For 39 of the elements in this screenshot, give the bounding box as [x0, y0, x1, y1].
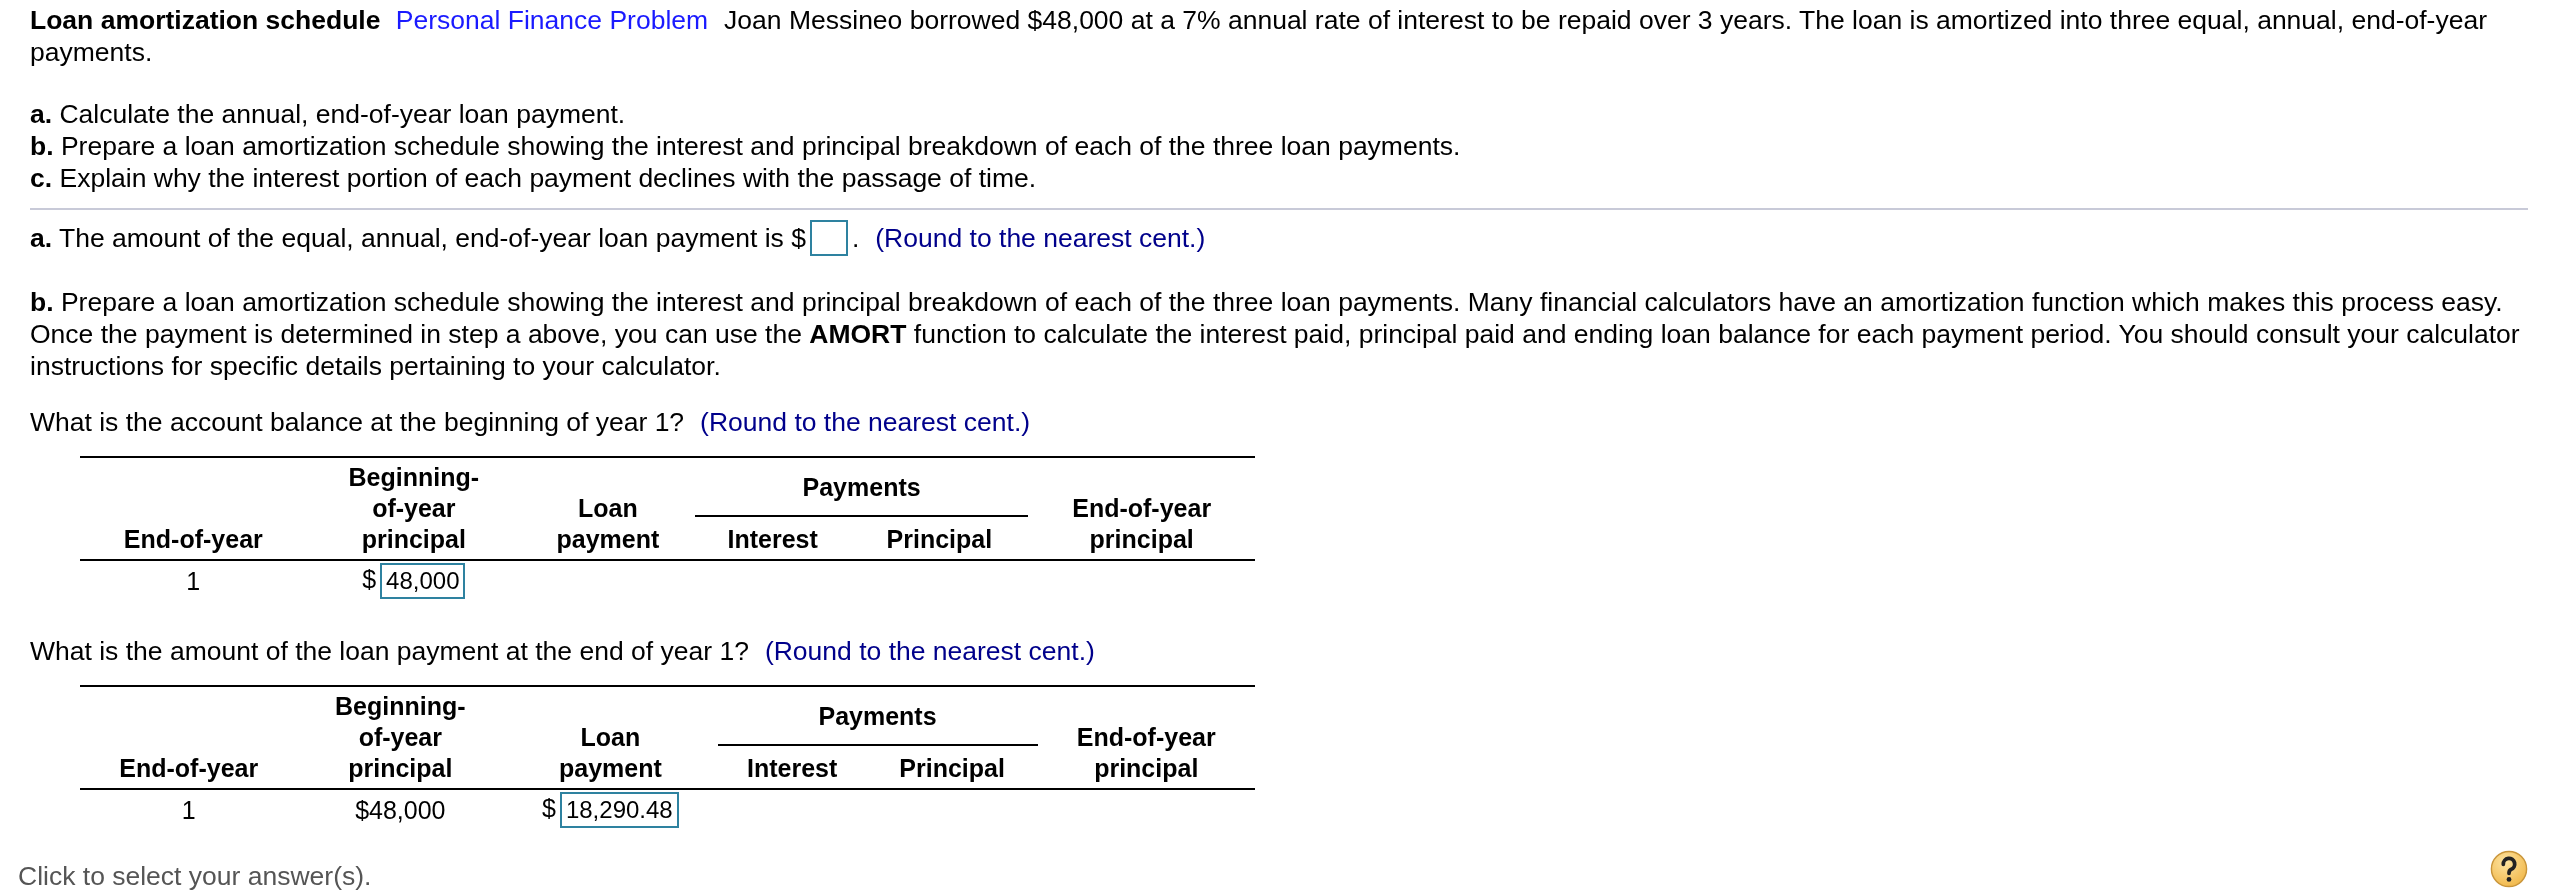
question-text: a. The amount of the equal, annual, end-of-year loan payment is $ [30, 222, 806, 254]
problem-statement: payments. [30, 37, 153, 67]
column-header: Principal [850, 515, 1029, 560]
problem-category: Personal Finance Problem [395, 5, 709, 35]
column-header: End-of-year principal [1037, 686, 1255, 789]
question-text: What is the account balance at the beginning of year 1? [30, 406, 685, 438]
help-icon[interactable] [2490, 850, 2528, 888]
column-header: End-of-year principal [1028, 457, 1255, 560]
task-text: b. Prepare a loan amortization schedule showing the interest and principal breakdown of each of the three loan payments. [30, 130, 1462, 162]
column-header: Beginning- of-year principal [306, 457, 522, 560]
column-header: Interest [694, 515, 851, 560]
column-header: End-of-year [80, 686, 298, 789]
problem-title: Loan amortization schedule [30, 5, 381, 35]
column-header: Loan payment [503, 686, 718, 789]
table-cell: $48,000 [355, 796, 446, 824]
problem-statement: Joan Messineo borrowed $48,000 at a 7% annual rate of interest to be repaid over 3 years. The loan is amortized into three equal, annual, end-of-year [724, 5, 2487, 35]
hint-text: (Round to the nearest cent.) [764, 635, 1095, 667]
currency-sign: $ [362, 564, 377, 593]
hint-text: (Round to the nearest cent.) [700, 406, 1031, 438]
period-text: . [851, 222, 860, 254]
group-header: Payments [802, 471, 921, 503]
task-text: a. Calculate the annual, end-of-year loan payment. [30, 98, 627, 130]
column-header: Beginning- of-year principal [297, 686, 504, 789]
table-cell: 1 [181, 796, 196, 824]
group-header: Payments [818, 700, 937, 732]
column-header: End-of-year [80, 457, 307, 560]
column-header: Principal [866, 744, 1038, 789]
answer-field[interactable]: 18,290.48 [559, 792, 679, 828]
answer-field[interactable]: 48,000 [380, 563, 466, 599]
footer-text: Click to select your answer(s). [18, 860, 372, 892]
hint-text: (Round to the nearest cent.) [875, 222, 1206, 254]
table-cell: 1 [186, 567, 201, 595]
answer-field[interactable] [809, 220, 848, 256]
column-header: Interest [717, 744, 867, 789]
instructions-text: b. Prepare a loan amortization schedule showing the interest and principal breakdown of each of the three loan payments. Many financial calculators have an amortization function which makes this process easy. Once the payment is determined in step a above, you can use the AMORT function to calculate the interest paid, principal paid and ending loan balance for each payment period. You should consult your calculator instructions for specific details pertaining to your calculator. [30, 286, 2521, 382]
currency-sign: $ [542, 793, 556, 822]
task-text: c. Explain why the interest portion of each payment declines with the passage of time. [30, 162, 1038, 194]
column-header: Loan payment [521, 457, 695, 560]
question-text: What is the amount of the loan payment at the end of year 1? [30, 635, 749, 667]
